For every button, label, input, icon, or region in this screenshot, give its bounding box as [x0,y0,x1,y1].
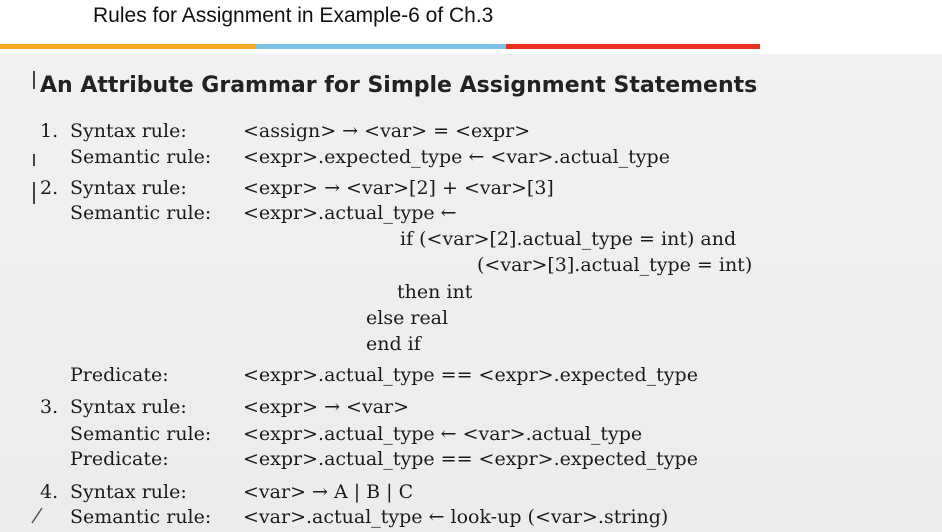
semantic-rule: <expr>.actual_type ← <var>.actual_type [243,423,643,445]
pen-stroke-icon [31,507,43,524]
accent-bar-red [506,44,760,49]
syntax-label: Syntax rule: [70,120,187,142]
margin-mark [33,154,35,166]
semantic-rule-continuation: if (<var>[2].actual_type = int) and [400,228,737,250]
document-title: An Attribute Grammar for Simple Assignme… [40,73,758,98]
slide-header: Rules for Assignment in Example-6 of Ch.… [0,0,942,54]
semantic-label: Semantic rule: [70,423,212,445]
syntax-rule: <assign> → <var> = <expr> [243,120,531,142]
margin-mark [33,71,35,89]
semantic-label: Semantic rule: [70,202,212,224]
predicate-rule: <expr>.actual_type == <expr>.expected_ty… [243,364,698,386]
syntax-label: Syntax rule: [70,481,187,503]
semantic-rule: <expr>.actual_type ← [243,202,457,224]
syntax-label: Syntax rule: [70,177,187,199]
syntax-rule: <var> → A | B | C [243,481,414,503]
semantic-label: Semantic rule: [70,506,212,528]
syntax-rule: <expr> → <var>[2] + <var>[3] [243,177,554,199]
semantic-rule: <expr>.expected_type ← <var>.actual_type [243,146,670,168]
rule-number: 4. [40,481,59,503]
margin-mark [33,182,35,204]
accent-bar-orange [0,44,256,49]
semantic-rule: <var>.actual_type ← look-up (<var>.strin… [243,506,669,528]
accent-bar-blue [256,44,506,49]
syntax-rule: <expr> → <var> [243,396,410,418]
slide-title: Rules for Assignment in Example-6 of Ch.… [93,4,494,27]
semantic-rule-continuation: end if [366,333,421,355]
rule-number: 2. [40,177,59,199]
rule-number: 1. [40,120,59,142]
semantic-rule-continuation: else real [366,307,449,329]
predicate-rule: <expr>.actual_type == <expr>.expected_ty… [243,448,698,470]
semantic-label: Semantic rule: [70,146,212,168]
syntax-label: Syntax rule: [70,396,187,418]
predicate-label: Predicate: [70,448,169,470]
semantic-rule-continuation: then int [397,281,473,303]
predicate-label: Predicate: [70,364,169,386]
semantic-rule-continuation: (<var>[3].actual_type = int) [477,254,753,276]
rule-number: 3. [40,396,59,418]
